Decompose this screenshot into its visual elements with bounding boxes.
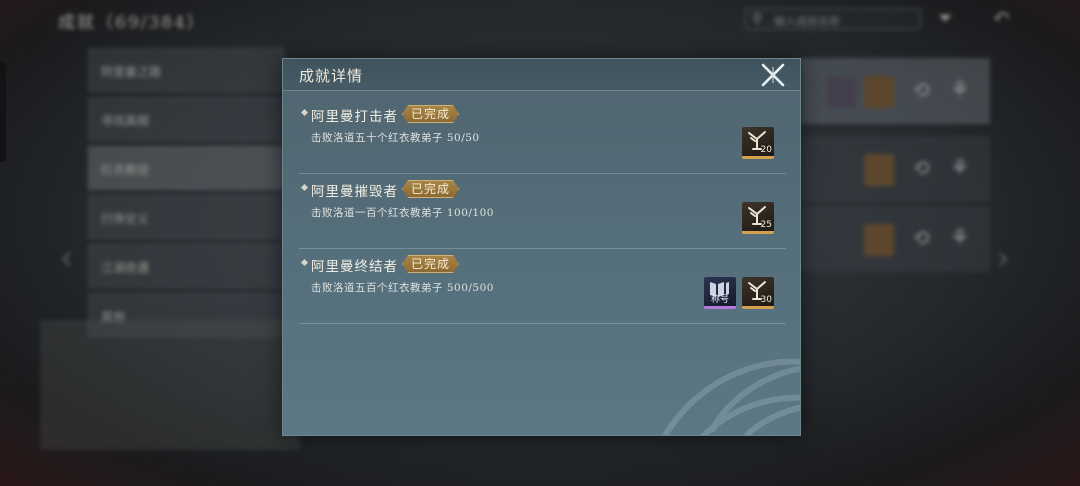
close-icon <box>761 63 785 87</box>
next-page-arrow-icon[interactable]: › <box>996 238 1010 278</box>
achievement-name: 阿里曼终结者 <box>311 259 398 275</box>
coin-reward-item[interactable]: 20 <box>742 127 774 159</box>
background-search-input[interactable]: ⚲ 输入成就名称 <box>745 8 921 30</box>
reward-count: 20 <box>760 145 772 155</box>
status-badge: 已完成 <box>402 105 459 123</box>
status-badge: 已完成 <box>402 255 459 273</box>
reward-icon <box>864 224 894 256</box>
background-title: 成就（69/384） <box>58 13 206 33</box>
decor-icon: ⟲ <box>912 78 931 103</box>
decor-icon: ⚘ <box>950 156 970 181</box>
sidebar-item[interactable]: 行侠仗义 <box>88 195 284 239</box>
bullet-diamond-icon <box>300 183 309 192</box>
background-achievement-row[interactable]: ⟲ ⚘ <box>800 58 990 124</box>
modal-title: 成就详情 <box>299 67 364 85</box>
achievement-description: 击败洛道一百个红衣教弟子 100/100 <box>311 207 494 219</box>
reward-icon <box>864 76 894 108</box>
achievement-detail-modal: 成就详情 阿里曼打击者 已完成 击败洛道五十个红衣教弟子 50/50 20 阿里… <box>282 58 801 436</box>
decor-icon: ⟲ <box>912 156 931 181</box>
reward-label: 称号 <box>710 295 729 305</box>
decor-icon: ⟲ <box>912 226 931 251</box>
reward-count: 25 <box>760 220 772 230</box>
achievement-item: 阿里曼打击者 已完成 击败洛道五十个红衣教弟子 50/50 20 <box>299 99 786 174</box>
achievement-description: 击败洛道五百个红衣教弟子 500/500 <box>311 282 494 294</box>
prev-page-arrow-icon[interactable]: ‹ <box>60 238 74 278</box>
bullet-diamond-icon <box>300 258 309 267</box>
background-panel <box>40 320 300 450</box>
decorative-swirl-icon <box>661 358 800 435</box>
sidebar-item[interactable]: 江湖奇遇 <box>88 244 284 288</box>
achievement-item: 阿里曼终结者 已完成 击败洛道五百个红衣教弟子 500/500 称号 30 <box>299 249 786 324</box>
background-achievement-row[interactable]: ⟲ ⚘ <box>800 206 990 272</box>
coin-reward-item[interactable]: 30 <box>742 277 774 309</box>
decor-icon: ⚘ <box>950 78 970 103</box>
sidebar-item[interactable]: 阿里曼之路 <box>88 48 284 92</box>
background-achievement-row[interactable]: ⟲ ⚘ <box>800 136 990 202</box>
filter-icon[interactable]: ⏷ <box>938 8 952 29</box>
search-icon: ⚲ <box>752 11 763 27</box>
bullet-diamond-icon <box>300 108 309 117</box>
close-button[interactable] <box>760 63 786 87</box>
search-placeholder: 输入成就名称 <box>774 15 840 28</box>
sidebar-item[interactable]: 红衣教徒 <box>88 146 284 190</box>
reward-icon <box>864 154 894 186</box>
reward-count: 30 <box>760 295 772 305</box>
back-arrow-icon[interactable]: ↶ <box>992 5 1010 30</box>
achievement-name: 阿里曼摧毁者 <box>311 184 398 200</box>
background-sidebar: 阿里曼之路 寻找真相 红衣教徒 行侠仗义 江湖奇遇 其他 <box>88 48 284 342</box>
achievement-description: 击败洛道五十个红衣教弟子 50/50 <box>311 132 480 144</box>
title-reward-item[interactable]: 称号 <box>704 277 736 309</box>
achievement-name: 阿里曼打击者 <box>311 109 398 125</box>
coin-reward-item[interactable]: 25 <box>742 202 774 234</box>
achievement-list: 阿里曼打击者 已完成 击败洛道五十个红衣教弟子 50/50 20 阿里曼摧毁者 … <box>299 99 786 324</box>
background-topbar: 成就（69/384） ⚲ 输入成就名称 ⏷ ↶ <box>0 0 1080 40</box>
reward-icon <box>826 76 856 108</box>
modal-header: 成就详情 <box>283 59 800 91</box>
sidebar-item[interactable]: 寻找真相 <box>88 97 284 141</box>
achievement-item: 阿里曼摧毁者 已完成 击败洛道一百个红衣教弟子 100/100 25 <box>299 174 786 249</box>
screen-edge-notch <box>0 62 6 162</box>
decor-icon: ⚘ <box>950 226 970 251</box>
status-badge: 已完成 <box>402 180 459 198</box>
